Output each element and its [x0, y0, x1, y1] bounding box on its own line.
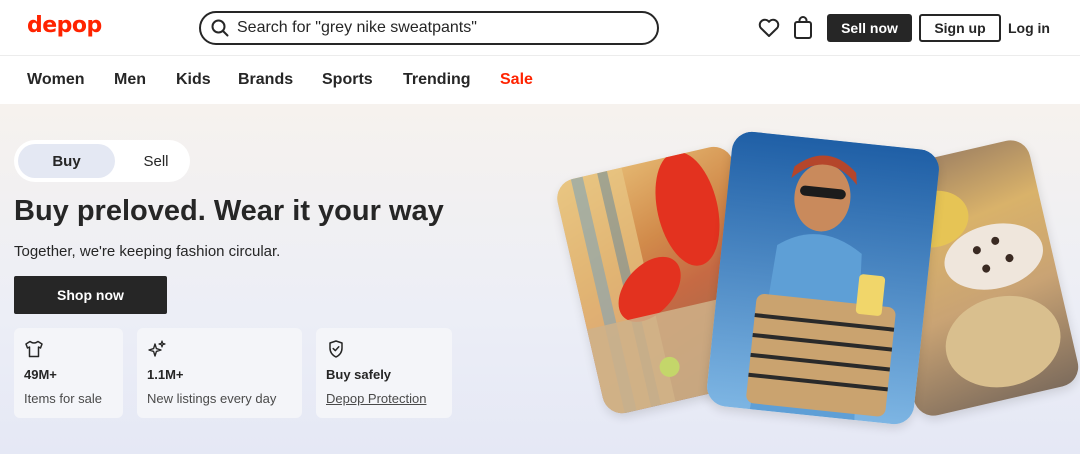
woman-with-bag-photo: [705, 129, 941, 427]
nav-item-brands[interactable]: Brands: [238, 71, 293, 89]
depop-protection-link[interactable]: Depop Protection: [326, 391, 426, 406]
stat-card-protection: Buy safely Depop Protection: [316, 328, 452, 418]
stat-value: 1.1M+: [147, 367, 184, 382]
bag-icon[interactable]: [790, 15, 816, 41]
shield-icon: [329, 340, 343, 358]
log-in-link[interactable]: Log in: [1005, 14, 1053, 42]
toggle-buy[interactable]: Buy: [18, 144, 115, 178]
hero-headline: Buy preloved. Wear it your way: [14, 195, 444, 227]
nav-item-men[interactable]: Men: [114, 71, 146, 89]
stat-value: Buy safely: [326, 367, 392, 382]
site-header: depop Sell now Sign up Log in: [0, 0, 1080, 56]
buy-sell-toggle: Buy Sell: [14, 140, 190, 182]
category-nav: Women Men Kids Brands Sports Trending Sa…: [0, 57, 1080, 104]
shop-now-button[interactable]: Shop now: [14, 276, 167, 314]
search-icon: [211, 19, 229, 37]
nav-item-trending[interactable]: Trending: [403, 71, 471, 89]
nav-item-sports[interactable]: Sports: [322, 71, 373, 89]
nav-item-women[interactable]: Women: [27, 71, 84, 89]
stat-label: New listings every day: [147, 391, 277, 406]
heart-icon[interactable]: [756, 15, 782, 41]
stat-card-items: 49M+ Items for sale: [14, 328, 123, 418]
search-input[interactable]: [237, 19, 637, 37]
search-bar[interactable]: [199, 11, 659, 45]
sparkle-icon: [148, 340, 166, 357]
stat-label: Items for sale: [24, 391, 103, 406]
stat-value: 49M+: [24, 367, 57, 382]
sign-up-button[interactable]: Sign up: [919, 14, 1001, 42]
hero-section: Buy Sell Buy preloved. Wear it your way …: [0, 104, 1080, 454]
hero-subtitle: Together, we're keeping fashion circular…: [14, 243, 281, 260]
nav-item-sale[interactable]: Sale: [500, 71, 533, 89]
nav-item-kids[interactable]: Kids: [176, 71, 211, 89]
sell-now-button[interactable]: Sell now: [827, 14, 912, 42]
depop-logo[interactable]: depop: [27, 13, 102, 38]
toggle-sell[interactable]: Sell: [115, 144, 197, 178]
tshirt-icon: [25, 340, 43, 358]
stat-card-listings: 1.1M+ New listings every day: [137, 328, 302, 418]
